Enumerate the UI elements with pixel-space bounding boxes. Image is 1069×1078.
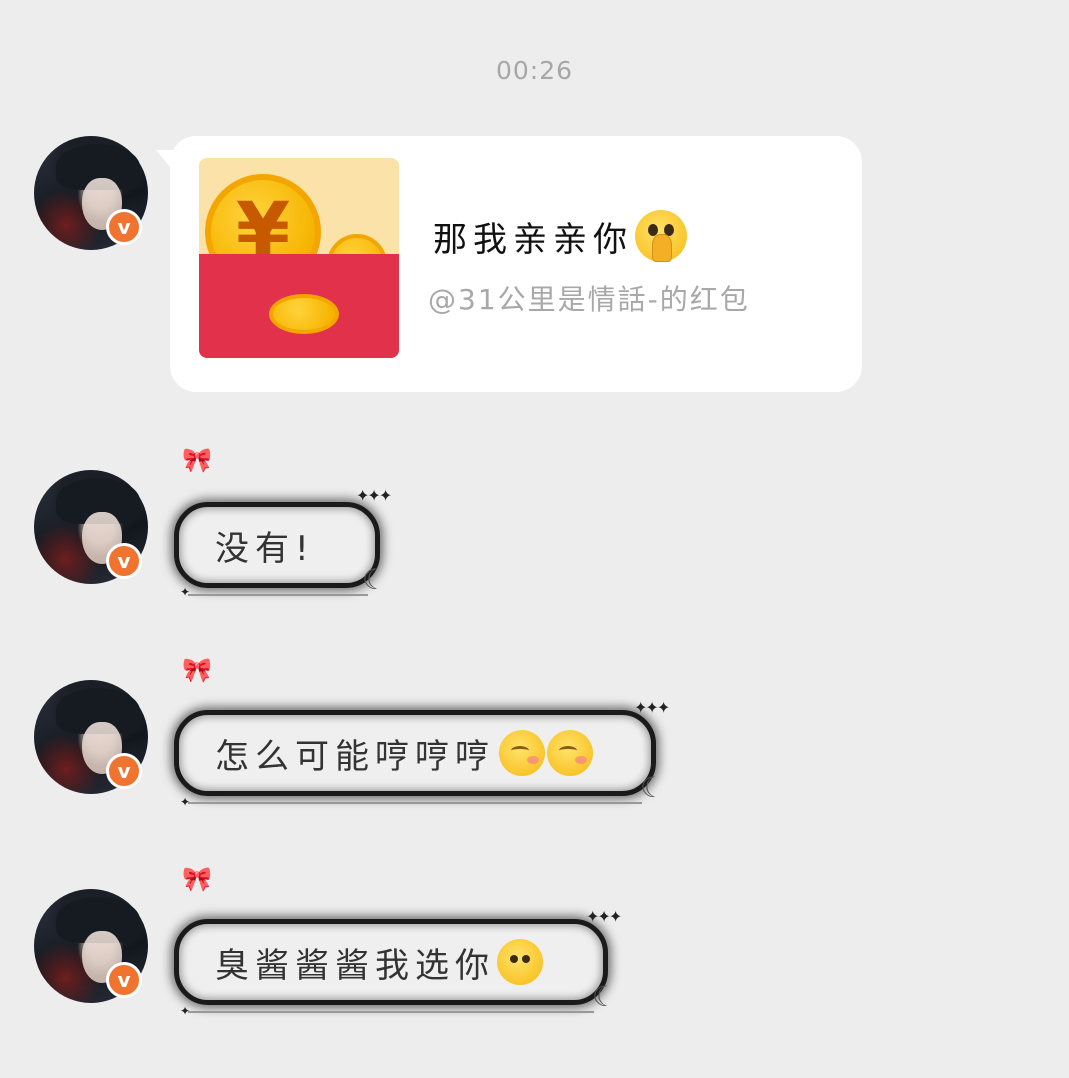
moon-decoration-icon: ☾ [640,771,666,804]
verified-badge-icon: v [106,543,142,579]
pleading-hands-emoji-icon [635,210,687,262]
message-bubble[interactable]: 怎么可能哼哼哼 [174,710,656,796]
emoji-brow [559,746,577,755]
bow-decoration-icon: 🎀 [182,865,212,893]
chat-screen: 00:26 v ¥ 那我亲亲你 @31公里是情話-的红包 v 🎀 没有! ✦✦✦… [0,0,1069,1078]
message-bubble[interactable]: 臭酱酱酱我选你 [174,919,608,1005]
emoji-brow [511,746,529,755]
red-packet-bubble[interactable]: ¥ 那我亲亲你 @31公里是情話-的红包 [156,136,862,392]
message-text: 怎么可能哼哼哼 [215,736,495,777]
emoji-blush [575,756,587,764]
timestamp: 00:26 [495,56,574,85]
bubble-underline [188,594,368,596]
bubble-underline [188,802,642,804]
bow-decoration-icon: 🎀 [182,656,212,684]
red-packet-title: 那我亲亲你 [433,210,687,262]
sparkle-decoration-icon: ✦✦✦ [356,486,392,505]
message-text: 没有! [215,528,315,569]
avatar[interactable]: v [34,889,148,1003]
huff-emoji-icon [547,730,593,776]
emoji-blush [527,756,539,764]
emoji-eye [522,955,530,963]
star-decoration-icon: ✦ [180,585,191,599]
avatar[interactable]: v [34,680,148,794]
verified-badge-icon: v [106,962,142,998]
emoji-hands [652,234,672,262]
sparkle-decoration-icon: ✦✦✦ [634,698,670,717]
bubble-tail [156,150,174,172]
moon-decoration-icon: ☾ [362,563,388,596]
message-text: 臭酱酱酱我选你 [215,945,495,986]
emoji-eye [510,955,518,963]
bubble-underline [188,1011,594,1013]
sparkle-decoration-icon: ✦✦✦ [586,907,622,926]
red-packet-title-text: 那我亲亲你 [433,219,633,260]
bow-decoration-icon: 🎀 [182,446,212,474]
verified-badge-icon: v [106,753,142,789]
red-packet-icon: ¥ [199,158,399,358]
message-bubble[interactable]: 没有! [174,502,380,588]
huff-emoji-icon [499,730,545,776]
avatar[interactable]: v [34,136,148,250]
moon-decoration-icon: ☾ [592,980,618,1013]
avatar[interactable]: v [34,470,148,584]
verified-badge-icon: v [106,209,142,245]
red-packet-sender: @31公里是情話-的红包 [428,283,750,316]
cover-face-emoji-icon [497,939,543,985]
coin-icon [269,294,339,334]
